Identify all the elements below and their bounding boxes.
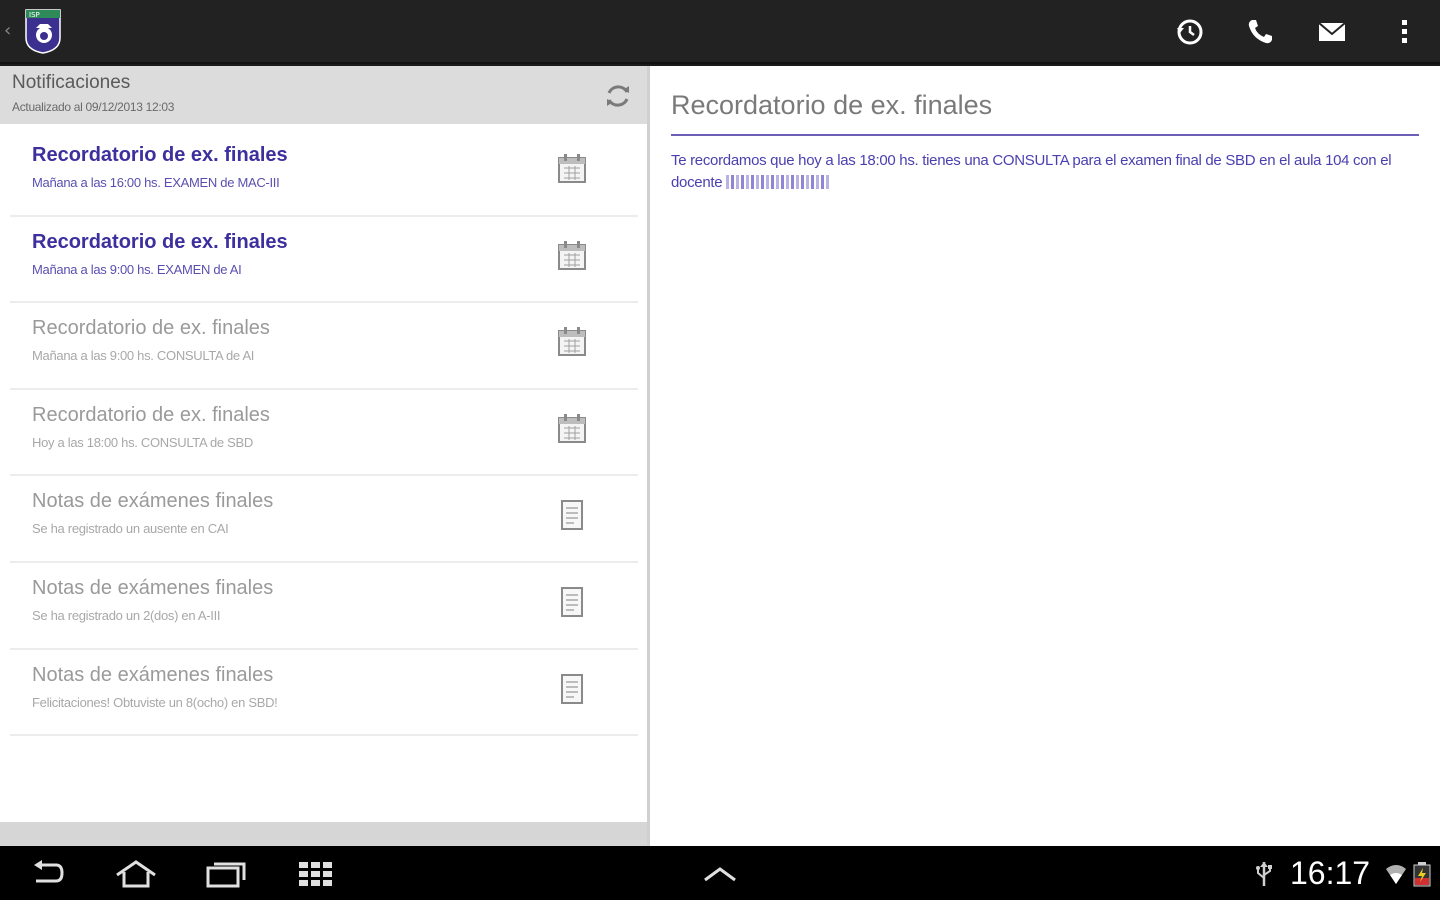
history-icon (1177, 19, 1203, 45)
recent-apps-icon (206, 862, 246, 888)
item-title: Recordatorio de ex. finales (32, 144, 288, 166)
mail-button[interactable] (1314, 14, 1350, 50)
list-item[interactable]: Recordatorio de ex. finales Mañana a las… (10, 217, 638, 304)
item-subtitle: Se ha registrado un ausente en CAI (32, 521, 229, 537)
item-subtitle: Mañana a las 9:00 hs. CONSULTA de AI (32, 348, 255, 364)
notification-list: Recordatorio de ex. finales Mañana a las… (10, 130, 638, 737)
chevron-up-icon (704, 867, 736, 882)
home-button[interactable] (108, 856, 164, 892)
refresh-icon (607, 85, 629, 107)
item-subtitle: Mañana a las 16:00 hs. EXAMEN de MAC-III (32, 175, 280, 190)
system-navigation-bar: 16:17 (0, 846, 1440, 900)
recent-apps-button[interactable] (198, 856, 254, 892)
history-button[interactable] (1171, 14, 1207, 50)
up-caret-icon[interactable]: ‹ (4, 22, 11, 40)
app-logo-icon[interactable]: ISP (24, 8, 62, 54)
item-subtitle: Felicitaciones! Obtuviste un 8(ocho) en … (32, 694, 278, 710)
calendar-icon (558, 327, 586, 357)
item-title: Notas de exámenes finales (32, 576, 274, 599)
overflow-menu-icon (1402, 20, 1407, 43)
wifi-icon (1386, 865, 1406, 884)
item-subtitle: Mañana a las 9:00 hs. EXAMEN de AI (32, 261, 242, 277)
item-title: Notas de exámenes finales (32, 490, 274, 513)
battery-icon (1413, 862, 1431, 887)
usb-icon (1256, 862, 1272, 886)
action-bar: ‹ ISP (0, 0, 1440, 64)
detail-body: Te recordamos que hoy a las 18:00 hs. ti… (671, 150, 1411, 194)
back-button[interactable] (20, 856, 76, 892)
calendar-icon (558, 240, 586, 270)
item-title: Recordatorio de ex. finales (32, 317, 270, 340)
svg-text:ISP: ISP (29, 11, 40, 19)
list-item[interactable]: Recordatorio de ex. finales Hoy a las 18… (10, 390, 638, 477)
redacted-teacher-name (726, 175, 831, 189)
item-title: Recordatorio de ex. finales (32, 403, 270, 426)
calendar-icon (558, 413, 586, 443)
document-icon (561, 500, 583, 531)
list-item[interactable]: Recordatorio de ex. finales Mañana a las… (10, 130, 638, 217)
item-title: Notas de exámenes finales (32, 663, 274, 686)
apps-grid-button[interactable] (288, 856, 344, 892)
list-item[interactable]: Notas de exámenes finales Se ha registra… (10, 476, 638, 563)
back-icon (34, 860, 64, 883)
list-item[interactable]: Recordatorio de ex. finales Mañana a las… (10, 303, 638, 390)
show-panel-button[interactable] (692, 856, 748, 892)
overflow-menu-button[interactable] (1386, 14, 1422, 50)
refresh-button[interactable] (600, 78, 636, 114)
item-subtitle: Se ha registrado un 2(dos) en A-III (32, 607, 221, 623)
list-bottom-strip (0, 822, 647, 846)
list-header: Notificaciones Actualizado al 09/12/2013… (0, 66, 647, 124)
mail-icon (1318, 22, 1346, 41)
notification-list-pane: Notificaciones Actualizado al 09/12/2013… (0, 66, 647, 846)
list-item[interactable]: Notas de exámenes finales Se ha registra… (10, 563, 638, 650)
list-header-subtitle: Actualizado al 09/12/2013 12:03 (12, 100, 175, 114)
detail-pane: Recordatorio de ex. finales Te recordamo… (650, 66, 1440, 846)
document-icon (561, 586, 583, 617)
item-subtitle: Hoy a las 18:00 hs. CONSULTA de SBD (32, 434, 253, 450)
phone-button[interactable] (1242, 14, 1278, 50)
phone-icon (1248, 20, 1272, 44)
status-clock: 16:17 (1290, 855, 1371, 891)
apps-grid-icon (299, 862, 332, 886)
document-icon (561, 673, 583, 704)
detail-title: Recordatorio de ex. finales (671, 90, 993, 120)
detail-divider (671, 134, 1419, 136)
home-icon (116, 860, 156, 888)
list-header-title: Notificaciones (12, 72, 131, 93)
item-title: Recordatorio de ex. finales (32, 230, 288, 253)
calendar-icon (558, 154, 586, 183)
list-item[interactable]: Notas de exámenes finales Felicitaciones… (10, 650, 638, 737)
